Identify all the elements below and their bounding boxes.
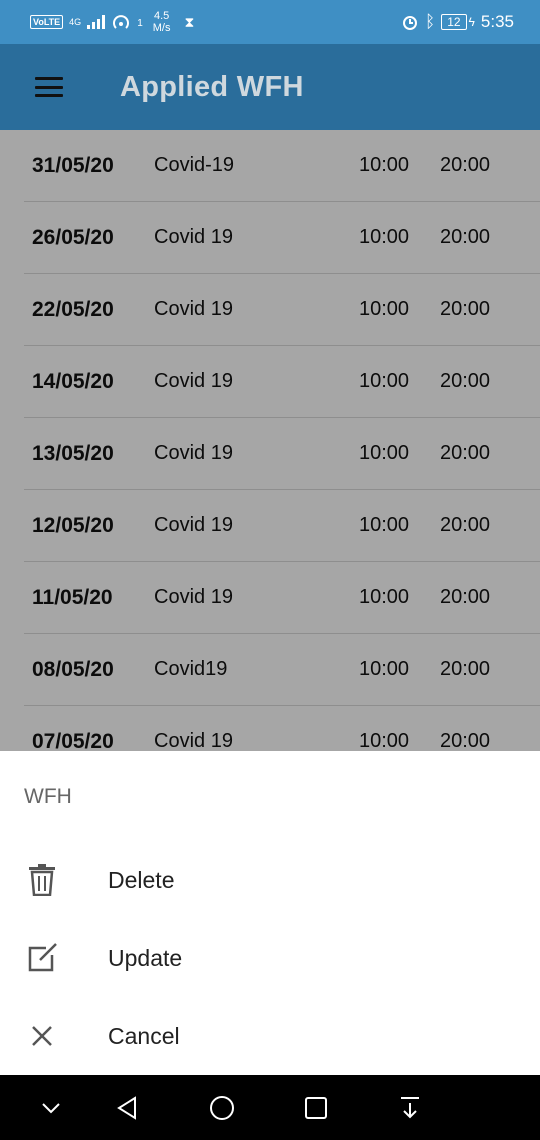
wfh-list: 31/05/20 Covid-19 10:00 20:00 26/05/20 C… [24,130,540,778]
row-reason: Covid-19 [154,154,235,176]
signal-icon [87,15,106,29]
list-item[interactable]: 13/05/20 Covid 19 10:00 20:00 [24,418,540,490]
list-item[interactable]: 11/05/20 Covid 19 10:00 20:00 [24,562,540,634]
row-date: 07/05/20 [32,729,114,753]
row-end-time: 20:00 [440,298,491,320]
update-button[interactable]: Update [0,919,540,997]
update-label: Update [108,944,183,971]
page-title: Applied WFH [120,70,304,103]
notification-pulldown-icon[interactable] [394,1092,426,1124]
row-end-time: 20:00 [440,442,491,464]
network-speed: 4.5 M/s [153,10,171,34]
row-start-time: 10:00 [359,154,410,176]
list-item[interactable]: 12/05/20 Covid 19 10:00 20:00 [24,490,540,562]
row-reason: Covid 19 [154,730,233,752]
row-end-time: 20:00 [440,226,491,248]
system-nav-bar [0,1075,540,1140]
network-type: 4G [69,16,82,27]
row-start-time: 10:00 [359,298,410,320]
list-item[interactable]: 14/05/20 Covid 19 10:00 20:00 [24,346,540,418]
list-item[interactable]: 22/05/20 Covid 19 10:00 20:00 [24,274,540,346]
row-date: 31/05/20 [32,153,114,177]
home-icon[interactable] [206,1092,238,1124]
charging-icon: ϟ [468,15,475,29]
row-date: 13/05/20 [32,441,114,465]
sheet-title: WFH [24,785,72,808]
row-start-time: 10:00 [359,442,410,464]
row-reason: Covid 19 [154,298,233,320]
row-start-time: 10:00 [359,226,410,248]
row-date: 08/05/20 [32,657,114,681]
row-start-time: 10:00 [359,586,410,608]
row-date: 11/05/20 [32,585,113,609]
row-end-time: 20:00 [440,370,491,392]
chevron-down-icon[interactable] [35,1092,67,1124]
back-icon[interactable] [112,1092,144,1124]
alarm-icon [402,16,417,30]
speed-prefix: 1 [137,18,143,29]
row-start-time: 10:00 [359,730,410,752]
hotspot-icon [113,15,130,29]
speed-value: 4.5 [153,10,170,22]
row-end-time: 20:00 [440,514,491,536]
battery-level: 12 [441,14,467,30]
row-end-time: 20:00 [440,154,491,176]
row-date: 22/05/20 [32,297,114,321]
list-item[interactable]: 26/05/20 Covid 19 10:00 20:00 [24,202,540,274]
trash-icon [22,860,62,900]
status-bar: VoLTE 4G 1 4.5 M/s ⧗ ᛒ 12 ϟ 5:35 [0,0,540,44]
cancel-button[interactable]: Cancel [0,997,540,1075]
bluetooth-icon: ᛒ [424,12,436,31]
row-reason: Covid 19 [154,370,233,392]
row-date: 12/05/20 [32,513,114,537]
row-date: 14/05/20 [32,369,114,393]
row-end-time: 20:00 [440,730,491,752]
row-start-time: 10:00 [359,370,410,392]
app-bar: Applied WFH [0,44,540,130]
delete-button[interactable]: Delete [0,841,540,919]
edit-icon [22,938,62,978]
row-reason: Covid19 [154,658,228,680]
row-start-time: 10:00 [359,514,410,536]
volte-badge: VoLTE [30,15,64,29]
row-reason: Covid 19 [154,514,233,536]
list-item[interactable]: 31/05/20 Covid-19 10:00 20:00 [24,130,540,202]
bottom-sheet: WFH Delete Update Cancel [0,751,540,1075]
speed-unit: M/s [152,22,171,34]
row-end-time: 20:00 [440,586,491,608]
recents-icon[interactable] [300,1092,332,1124]
menu-icon[interactable] [35,77,63,97]
clock-time: 5:35 [480,12,514,31]
list-item[interactable]: 08/05/20 Covid19 10:00 20:00 [24,634,540,706]
row-reason: Covid 19 [154,586,233,608]
cancel-label: Cancel [108,1022,180,1049]
row-reason: Covid 19 [154,442,233,464]
row-reason: Covid 19 [154,226,233,248]
row-date: 26/05/20 [32,225,114,249]
row-end-time: 20:00 [440,658,491,680]
close-icon [22,1016,62,1056]
delete-label: Delete [108,866,175,893]
hourglass-icon: ⧗ [184,13,195,30]
row-start-time: 10:00 [359,658,410,680]
